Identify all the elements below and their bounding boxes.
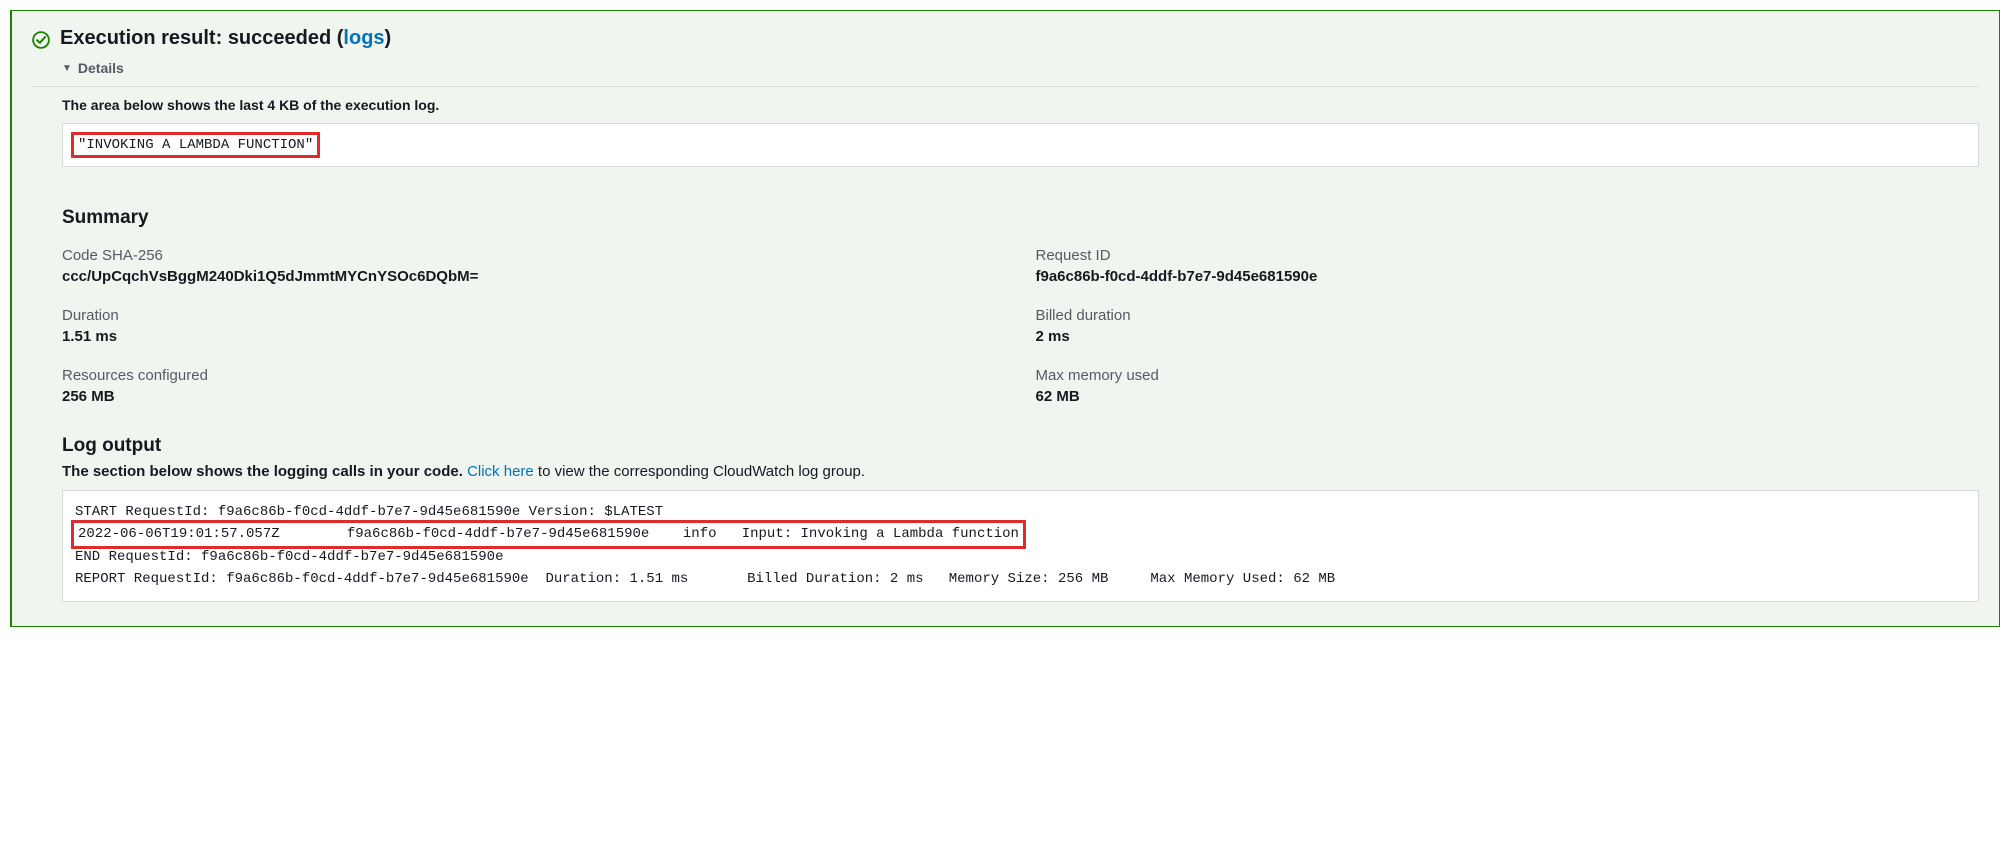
log-output-heading: Log output [62, 435, 1979, 457]
summary-duration: Duration 1.51 ms [62, 307, 1006, 345]
summary-label: Resources configured [62, 367, 1006, 384]
summary-request-id: Request ID f9a6c86b-f0cd-4ddf-b7e7-9d45e… [1036, 247, 1980, 285]
result-output-box: "INVOKING A LAMBDA FUNCTION" [62, 123, 1979, 167]
paren-close: ) [385, 27, 392, 49]
summary-grid: Code SHA-256 ccc/UpCqchVsBggM240Dki1Q5dJ… [62, 247, 1979, 405]
summary-resources-configured: Resources configured 256 MB [62, 367, 1006, 405]
log-note-prefix: The section below shows the logging call… [62, 463, 467, 480]
logs-link[interactable]: logs [343, 27, 384, 49]
summary-label: Code SHA-256 [62, 247, 1006, 264]
summary-label: Duration [62, 307, 1006, 324]
log-note-suffix: to view the corresponding CloudWatch log… [534, 463, 865, 480]
result-title: Execution result: succeeded (logs) [60, 27, 391, 50]
log-output-box: START RequestId: f9a6c86b-f0cd-4ddf-b7e7… [62, 490, 1979, 602]
success-check-icon [32, 31, 50, 49]
log-line-highlight: 2022-06-06T19:01:57.057Z f9a6c86b-f0cd-4… [71, 520, 1026, 548]
log-output-note: The section below shows the logging call… [62, 463, 1979, 480]
summary-value: 2 ms [1036, 328, 1980, 345]
result-output-highlight: "INVOKING A LAMBDA FUNCTION" [71, 132, 320, 158]
summary-value: 256 MB [62, 388, 1006, 405]
divider [32, 86, 1979, 87]
details-label: Details [78, 60, 124, 76]
execution-log-note: The area below shows the last 4 KB of th… [62, 97, 1979, 113]
summary-label: Billed duration [1036, 307, 1980, 324]
summary-value: 62 MB [1036, 388, 1980, 405]
details-toggle[interactable]: ▼ Details [62, 60, 124, 76]
summary-billed-duration: Billed duration 2 ms [1036, 307, 1980, 345]
summary-value: 1.51 ms [62, 328, 1006, 345]
caret-down-icon: ▼ [62, 63, 72, 74]
summary-value: ccc/UpCqchVsBggM240Dki1Q5dJmmtMYCnYSOc6D… [62, 268, 1006, 285]
log-line: REPORT RequestId: f9a6c86b-f0cd-4ddf-b7e… [75, 571, 1335, 587]
details-content: The area below shows the last 4 KB of th… [62, 97, 1979, 602]
result-status: succeeded [228, 27, 331, 49]
log-line: START RequestId: f9a6c86b-f0cd-4ddf-b7e7… [75, 504, 663, 520]
summary-label: Max memory used [1036, 367, 1980, 384]
result-title-prefix: Execution result: [60, 27, 228, 49]
summary-label: Request ID [1036, 247, 1980, 264]
result-header: Execution result: succeeded (logs) [32, 27, 1979, 50]
cloudwatch-link[interactable]: Click here [467, 463, 534, 480]
summary-code-sha256: Code SHA-256 ccc/UpCqchVsBggM240Dki1Q5dJ… [62, 247, 1006, 285]
summary-heading: Summary [62, 207, 1979, 229]
summary-value: f9a6c86b-f0cd-4ddf-b7e7-9d45e681590e [1036, 268, 1980, 285]
log-line: END RequestId: f9a6c86b-f0cd-4ddf-b7e7-9… [75, 549, 503, 565]
paren-open: ( [331, 27, 343, 49]
summary-max-memory-used: Max memory used 62 MB [1036, 367, 1980, 405]
execution-result-panel: Execution result: succeeded (logs) ▼ Det… [10, 10, 2000, 627]
